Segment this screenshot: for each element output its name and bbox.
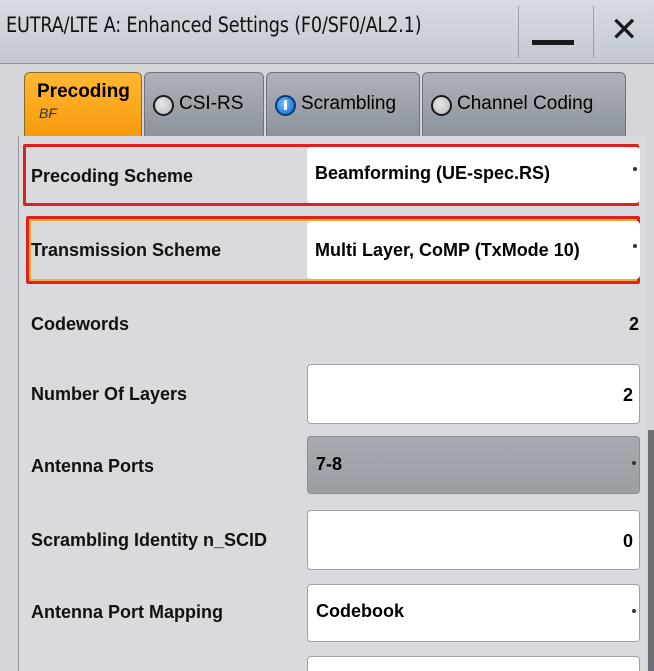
- scrambling-identity-label: Scrambling Identity n_SCID: [31, 530, 268, 550]
- title-divider: [518, 6, 519, 58]
- next-field-partial[interactable]: [307, 656, 640, 671]
- close-button[interactable]: ✕: [594, 6, 654, 58]
- transmission-scheme-select[interactable]: Multi Layer, CoMP (TxMode 10): [307, 221, 640, 279]
- window-title: EUTRA/LTE A: Enhanced Settings (F0/SF0/A…: [6, 13, 422, 37]
- transmission-scheme-row: Transmission Scheme Multi Layer, CoMP (T…: [19, 216, 641, 288]
- enhanced-settings-dialog: EUTRA/LTE A: Enhanced Settings (F0/SF0/A…: [0, 0, 654, 671]
- tab-label: CSI-RS: [179, 93, 244, 114]
- dropdown-indicator-icon: [632, 461, 636, 465]
- number-of-layers-label: Number Of Layers: [31, 384, 188, 404]
- tab-scrambling[interactable]: Scrambling: [266, 72, 420, 136]
- antenna-port-mapping-label: Antenna Port Mapping: [31, 602, 223, 622]
- vertical-scrollbar[interactable]: [648, 430, 654, 671]
- number-of-layers-value: 2: [622, 385, 633, 405]
- scrambling-identity-value: 0: [622, 531, 633, 551]
- antenna-ports-label: Antenna Ports: [31, 456, 155, 476]
- tab-channel-coding[interactable]: Channel Coding: [422, 72, 626, 136]
- scrambling-identity-input[interactable]: 0: [307, 510, 640, 570]
- precoding-scheme-row: Precoding Scheme Beamforming (UE-spec.RS…: [19, 144, 641, 216]
- tab-label: Precoding: [37, 81, 130, 102]
- transmission-scheme-label: Transmission Scheme: [31, 240, 222, 260]
- scrambling-identity-row: Scrambling Identity n_SCID 0: [19, 506, 641, 578]
- antenna-port-mapping-row: Antenna Port Mapping Codebook: [19, 578, 641, 650]
- led-off-icon: [431, 95, 452, 116]
- codewords-value: 2: [628, 314, 639, 334]
- dropdown-indicator-icon: [633, 244, 637, 248]
- minimize-icon: [532, 40, 574, 45]
- number-of-layers-input[interactable]: 2: [307, 364, 640, 424]
- antenna-ports-value: 7-8: [316, 454, 343, 474]
- tab-label: Scrambling: [301, 93, 397, 114]
- close-icon: ✕: [610, 10, 639, 50]
- antenna-port-mapping-select[interactable]: Codebook: [307, 584, 640, 642]
- antenna-ports-row: Antenna Ports 7-8: [19, 434, 641, 506]
- codewords-row: Codewords 2: [19, 294, 641, 366]
- precoding-scheme-select[interactable]: Beamforming (UE-spec.RS): [307, 147, 640, 203]
- dropdown-indicator-icon: [633, 167, 637, 171]
- precoding-settings-panel: Precoding Scheme Beamforming (UE-spec.RS…: [18, 136, 646, 671]
- number-of-layers-row: Number Of Layers 2: [19, 362, 641, 434]
- antenna-ports-select: 7-8: [307, 436, 640, 494]
- codewords-label: Codewords: [31, 314, 130, 334]
- tab-precoding[interactable]: Precoding BF: [24, 72, 142, 136]
- minimize-button[interactable]: [520, 6, 592, 58]
- tab-label: Channel Coding: [457, 93, 594, 114]
- tab-csi-rs[interactable]: CSI-RS: [144, 72, 264, 136]
- precoding-scheme-label: Precoding Scheme: [31, 166, 194, 186]
- led-off-icon: [153, 95, 174, 116]
- tab-bar: Precoding BF CSI-RS Scrambling Channel C…: [0, 64, 654, 136]
- precoding-scheme-value: Beamforming (UE-spec.RS): [315, 163, 551, 183]
- dropdown-indicator-icon: [632, 609, 636, 613]
- title-bar: EUTRA/LTE A: Enhanced Settings (F0/SF0/A…: [0, 0, 654, 64]
- antenna-port-mapping-value: Codebook: [316, 601, 404, 621]
- led-on-icon: [275, 95, 296, 116]
- tab-sublabel: BF: [39, 105, 57, 121]
- transmission-scheme-value: Multi Layer, CoMP (TxMode 10): [315, 240, 580, 260]
